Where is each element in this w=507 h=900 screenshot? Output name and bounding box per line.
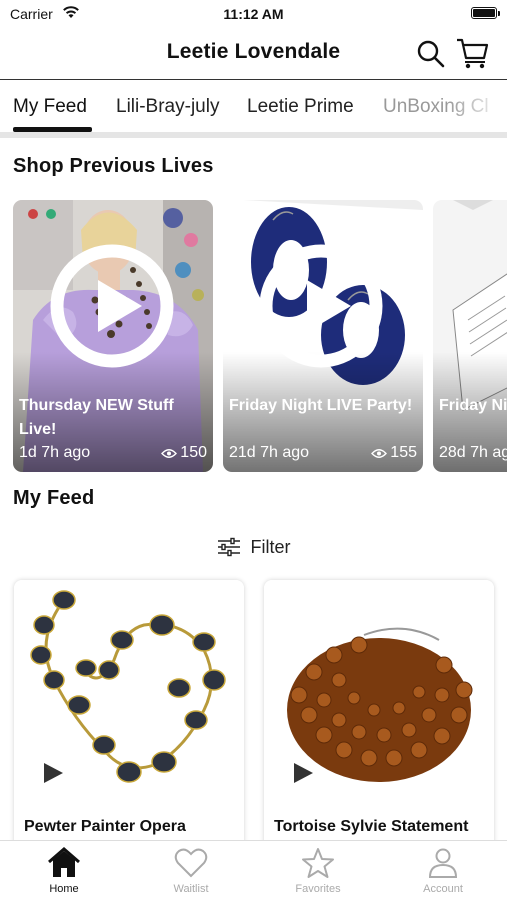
search-icon[interactable] [415, 38, 447, 70]
live-age: 21d 7h ago [229, 444, 310, 461]
view-count: 155 [371, 444, 417, 462]
nav-home[interactable]: Home [19, 847, 109, 895]
app-header: Leetie Lovendale [0, 28, 507, 80]
tab-leetie-prime[interactable]: Leetie Prime [247, 96, 354, 118]
channel-tabs: My Feed Lili-Bray-july Leetie Prime UnBo… [0, 81, 507, 137]
eye-icon [161, 448, 178, 458]
cart-icon[interactable] [455, 36, 491, 70]
live-card[interactable]: Thursday NEW Stuff Live! 1d 7h ago 150 [13, 200, 213, 472]
bottom-navigation: Home Waitlist Favorites Account [0, 840, 507, 900]
home-icon [48, 847, 80, 877]
tabs-fade [447, 81, 507, 131]
product-name: Pewter Painter Opera [24, 818, 186, 835]
shop-previous-lives-title: Shop Previous Lives [13, 155, 214, 177]
live-title: Thursday NEW Stuff Live! [19, 397, 174, 438]
eye-icon [371, 448, 388, 458]
tab-lili-bray-july[interactable]: Lili-Bray-july [116, 96, 219, 118]
play-icon[interactable] [292, 762, 314, 784]
battery-icon [471, 7, 500, 19]
live-title: Friday Night LIVE Party! [229, 397, 413, 414]
star-icon [302, 848, 334, 878]
view-count-value: 155 [390, 444, 417, 461]
live-card[interactable]: Friday Night LIVE Party! 21d 7h ago 155 [223, 200, 423, 472]
product-card[interactable]: Tortoise Sylvie Statement [264, 580, 494, 850]
section-divider [0, 132, 507, 138]
person-icon [428, 848, 458, 878]
live-card[interactable]: Friday Night Live Event 28d 7h ago [433, 200, 507, 472]
nav-favorites-label: Favorites [295, 883, 341, 895]
nav-home-label: Home [49, 883, 79, 895]
live-age: 1d 7h ago [19, 444, 91, 461]
play-icon[interactable] [259, 244, 383, 368]
heart-icon [174, 848, 208, 878]
view-count: 150 [161, 444, 207, 462]
nav-waitlist[interactable]: Waitlist [146, 847, 236, 895]
clock: 11:12 AM [223, 6, 284, 22]
nav-waitlist-label: Waitlist [173, 883, 209, 895]
status-bar: Carrier 11:12 AM [0, 0, 507, 28]
live-title: Friday Night Live Event [439, 397, 507, 414]
play-icon[interactable] [42, 762, 64, 784]
previous-lives-carousel[interactable]: Thursday NEW Stuff Live! 1d 7h ago 150 F… [0, 200, 507, 472]
nav-account[interactable]: Account [398, 847, 488, 895]
tab-my-feed[interactable]: My Feed [13, 96, 87, 118]
product-card[interactable]: Pewter Painter Opera [14, 580, 244, 850]
my-feed-title: My Feed [13, 487, 95, 509]
nav-favorites[interactable]: Favorites [273, 847, 363, 895]
filter-sliders-icon [217, 537, 240, 557]
filter-label: Filter [250, 536, 291, 557]
live-age: 28d 7h ago [439, 444, 507, 461]
view-count-value: 150 [180, 444, 207, 461]
product-name: Tortoise Sylvie Statement [274, 818, 469, 835]
filter-button[interactable]: Filter [0, 532, 507, 562]
play-icon[interactable] [50, 244, 174, 368]
nav-account-label: Account [423, 883, 463, 895]
